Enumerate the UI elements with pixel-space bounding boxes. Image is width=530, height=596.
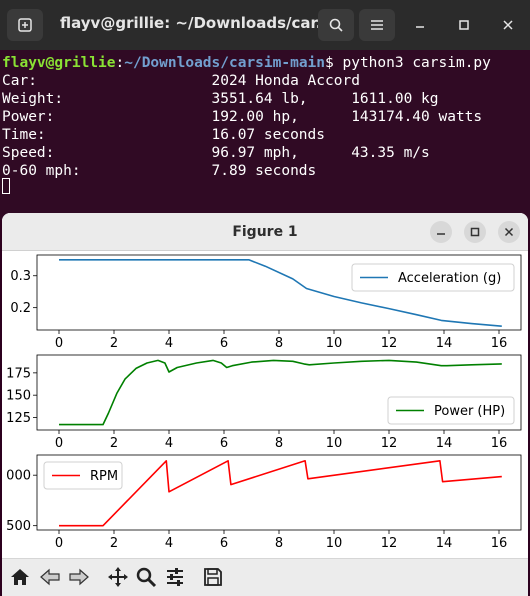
y-tick-label: 125 [6,411,31,426]
x-tick-label: 0 [55,536,63,551]
legend-label-3: RPM [90,469,118,484]
legend-label-1: Acceleration (g) [398,271,501,286]
x-tick-label: 16 [491,336,508,351]
x-tick-label: 12 [381,536,398,551]
output-time: Time: 16.07 seconds [2,127,326,143]
maximize-icon[interactable] [452,13,476,37]
text-cursor [2,178,10,194]
y-tick-label: 500 [6,519,31,534]
back-arrow-icon[interactable] [37,564,63,590]
prompt-command: $ python3 carsim.py [325,55,491,71]
y-tick-label: 0.2 [10,301,31,316]
x-tick-label: 8 [275,536,283,551]
output-power: Power: 192.00 hp, 143174.40 watts [2,109,483,125]
x-tick-label: 8 [275,436,283,451]
x-tick-label: 16 [491,436,508,451]
figure-titlebar: Figure 1 [2,213,528,251]
figure-window: Figure 1 0 2 4 6 8 10 12 14 16 0.2 0.3 Acceleration… [2,213,528,596]
x-tick-label: 4 [165,336,173,351]
plot-canvas[interactable]: 0 2 4 6 8 10 12 14 16 0.2 0.3 Acceleration (g) 0 2 4 6 8… [2,250,528,558]
x-tick-label: 2 [110,336,118,351]
x-tick-label: 14 [436,436,453,451]
pan-icon[interactable] [105,564,131,590]
x-tick-label: 12 [381,336,398,351]
x-tick-label: 6 [220,536,228,551]
figure-maximize-icon[interactable] [464,221,486,243]
x-tick-label: 16 [491,536,508,551]
x-tick-label: 14 [436,536,453,551]
close-icon[interactable] [496,13,520,37]
terminal-prompt: flayv@grillie:~/Downloads/carsim-main$ p… [2,54,491,72]
x-tick-label: 2 [110,436,118,451]
home-icon[interactable] [7,564,33,590]
navigation-toolbar [2,558,528,596]
save-icon[interactable] [200,564,226,590]
y-tick-label: 175 [6,366,31,381]
forward-arrow-icon[interactable] [66,564,92,590]
minimize-icon[interactable] [408,13,432,37]
output-car: Car: 2024 Honda Accord [2,73,360,89]
x-tick-label: 10 [326,336,343,351]
y-tick-label: 000 [6,469,31,484]
figure-close-icon[interactable] [498,221,520,243]
x-tick-label: 0 [55,336,63,351]
y-tick-label: 0.3 [10,269,31,284]
terminal-title: flayv@grillie: ~/Downloads/car... [60,14,333,32]
terminal-titlebar: flayv@grillie: ~/Downloads/car... [0,0,530,50]
terminal-output[interactable]: flayv@grillie:~/Downloads/carsim-main$ p… [0,50,530,220]
legend-label-2: Power (HP) [434,404,505,419]
figure-minimize-icon[interactable] [430,221,452,243]
prompt-separator: : [115,55,125,71]
x-tick-label: 8 [275,336,283,351]
zoom-icon[interactable] [133,564,159,590]
x-tick-label: 4 [165,436,173,451]
output-speed: Speed: 96.97 mph, 43.35 m/s [2,145,430,161]
x-tick-label: 0 [55,436,63,451]
x-tick-label: 14 [436,336,453,351]
subplots-config-icon[interactable] [162,564,188,590]
y-tick-label: 150 [6,389,31,404]
x-tick-label: 10 [326,436,343,451]
x-tick-label: 6 [220,436,228,451]
x-tick-label: 10 [326,536,343,551]
hamburger-menu-icon[interactable] [359,9,395,41]
x-tick-label: 4 [165,536,173,551]
output-0-60: 0-60 mph: 7.89 seconds [2,163,317,179]
prompt-path: ~/Downloads/carsim-main [124,55,326,71]
output-weight: Weight: 3551.64 lb, 1611.00 kg [2,91,439,107]
prompt-user: flayv@grillie [2,55,116,71]
search-icon[interactable] [318,9,354,41]
x-tick-label: 12 [381,436,398,451]
x-tick-label: 6 [220,336,228,351]
new-tab-icon[interactable] [7,9,43,41]
x-tick-label: 2 [110,536,118,551]
